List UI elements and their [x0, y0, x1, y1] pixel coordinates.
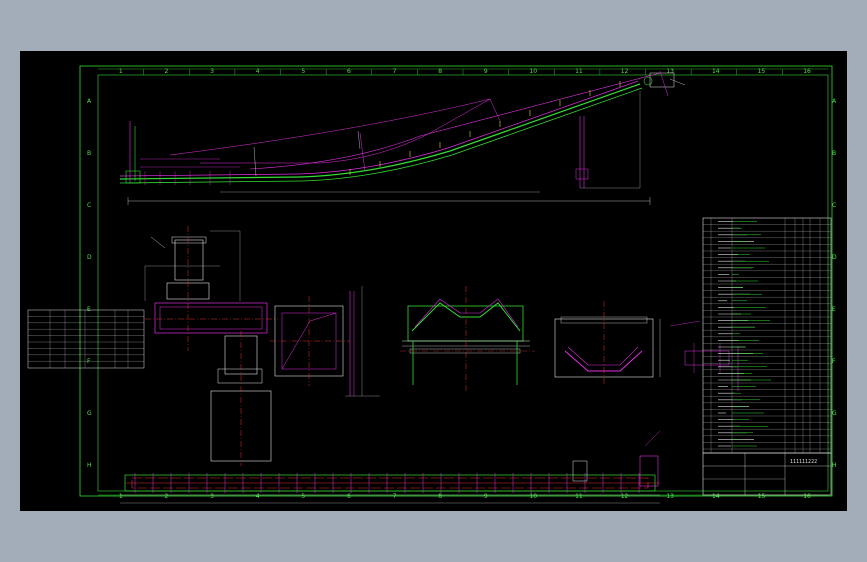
zone-col-label: 2	[164, 493, 168, 500]
zone-col-label: 2	[164, 68, 168, 75]
zone-col-label: 14	[712, 493, 720, 500]
dimension-strip	[345, 286, 380, 397]
technical-data-table	[27, 309, 145, 369]
zone-col-label: 9	[484, 493, 488, 500]
zone-row-label: H	[87, 462, 92, 469]
zone-row-label: F	[87, 358, 91, 365]
title-block-code: 111111222	[790, 459, 817, 465]
zone-col-label: 6	[347, 493, 351, 500]
zone-col-label: 10	[529, 68, 537, 75]
conveyor-drawing: 1122334455667788991010111112121313141415…	[27, 65, 837, 504]
zone-col-label: 15	[758, 68, 766, 75]
zone-row-label: A	[832, 98, 837, 105]
zone-col-label: 9	[484, 68, 488, 75]
title-block: 111111222	[702, 452, 832, 496]
zone-row-label: E	[87, 306, 91, 313]
zone-col-label: 1	[119, 493, 123, 500]
zone-col-label: 10	[529, 493, 537, 500]
zone-col-label: 16	[803, 493, 811, 500]
zone-row-label: D	[832, 254, 837, 261]
zone-col-label: 12	[621, 68, 629, 75]
zone-col-label: 4	[256, 493, 260, 500]
zone-row-label: C	[87, 202, 91, 209]
zone-col-label: 13	[666, 68, 674, 75]
zone-col-label: 5	[301, 68, 305, 75]
zone-row-label: G	[87, 410, 92, 417]
zone-row-label: G	[832, 410, 837, 417]
zone-row-label: F	[832, 358, 836, 365]
zone-col-label: 8	[438, 493, 442, 500]
drive-unit-view	[144, 226, 278, 466]
conveyor-elevation-view	[119, 70, 686, 205]
zone-row-label: A	[87, 98, 92, 105]
zone-col-label: 1	[119, 68, 123, 75]
zone-row-label: E	[832, 306, 836, 313]
zone-col-label: 4	[256, 68, 260, 75]
zone-col-label: 16	[803, 68, 811, 75]
chute-section-view	[270, 296, 350, 386]
zone-row-label: D	[87, 254, 92, 261]
zone-row-label: C	[832, 202, 836, 209]
carrying-idler-section	[400, 286, 535, 391]
zone-col-label: 7	[393, 68, 397, 75]
zone-col-label: 14	[712, 68, 720, 75]
parts-list	[702, 217, 832, 454]
zone-col-label: 11	[575, 68, 583, 75]
zone-col-label: 3	[210, 68, 214, 75]
return-idler-section	[554, 301, 701, 386]
zone-col-label: 5	[301, 493, 305, 500]
cad-drawing-canvas: 1 1 2 2 3 3 4 4 5 5 6 6 7 7 8 8 9 9 10 10 11 11 12 12 13 13 14 14 15…	[20, 51, 847, 511]
zone-col-label: 12	[621, 493, 629, 500]
zone-row-label: B	[832, 150, 836, 157]
zone-col-label: 11	[575, 493, 583, 500]
zone-col-label: 15	[758, 493, 766, 500]
zone-col-label: 3	[210, 493, 214, 500]
zone-col-label: 7	[393, 493, 397, 500]
zone-row-label: H	[832, 462, 837, 469]
zone-row-label: B	[87, 150, 91, 157]
zone-col-label: 8	[438, 68, 442, 75]
zone-col-label: 6	[347, 68, 351, 75]
zone-col-label: 13	[666, 493, 674, 500]
